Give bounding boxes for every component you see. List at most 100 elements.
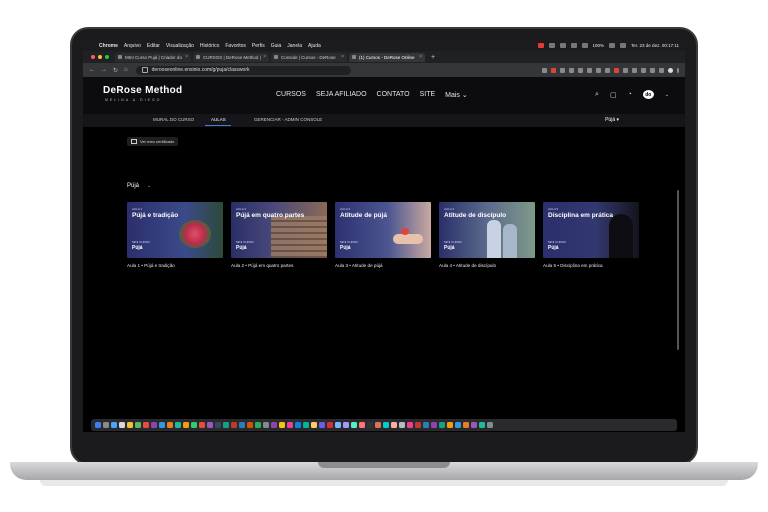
app-icon[interactable] xyxy=(383,422,389,428)
bag-icon[interactable]: ▢ xyxy=(610,91,617,99)
extension-icon[interactable] xyxy=(641,67,646,73)
app-icon[interactable] xyxy=(279,422,285,428)
lesson-caption[interactable]: Aula 1 • Pújá e tradição xyxy=(127,263,223,268)
app-icon[interactable] xyxy=(159,422,165,428)
app-icon[interactable] xyxy=(415,422,421,428)
home-icon[interactable]: ⌂ xyxy=(124,67,128,73)
menu-app[interactable]: Chrome xyxy=(99,43,118,49)
back-icon[interactable]: ← xyxy=(89,67,95,73)
app-icon[interactable] xyxy=(407,422,413,428)
chevron-down-icon[interactable]: ⌄ xyxy=(665,92,669,98)
app-icon[interactable] xyxy=(455,422,461,428)
close-icon[interactable]: × xyxy=(185,54,188,60)
extension-icon[interactable] xyxy=(578,67,583,73)
extension-icon[interactable] xyxy=(632,67,637,73)
app-icon[interactable] xyxy=(263,422,269,428)
wifi-icon[interactable] xyxy=(609,43,616,48)
minimize-window-button[interactable] xyxy=(98,55,102,59)
status-icon[interactable] xyxy=(570,43,577,48)
course-selector[interactable]: Pújá ▾ xyxy=(605,117,619,123)
menu-item[interactable]: Guia xyxy=(271,43,282,49)
app-icon[interactable] xyxy=(111,422,117,428)
app-icon[interactable] xyxy=(135,422,141,428)
reload-icon[interactable]: ↻ xyxy=(113,67,118,74)
app-icon[interactable] xyxy=(183,422,189,428)
finder-icon[interactable] xyxy=(95,422,101,428)
menu-item[interactable]: Histórico xyxy=(200,43,219,49)
extension-icon[interactable] xyxy=(569,67,574,73)
search-icon[interactable] xyxy=(620,43,627,48)
lesson-card[interactable]: AULA 4 Atitude de discípulo MINI CURSO P… xyxy=(439,202,535,268)
lesson-caption[interactable]: Aula 4 • Atitude de discípulo xyxy=(439,263,535,268)
app-icon[interactable] xyxy=(167,422,173,428)
app-icon[interactable] xyxy=(303,422,309,428)
browser-tab-active[interactable]: (1) Cursos - DeRose Online × xyxy=(349,52,425,62)
app-icon[interactable] xyxy=(231,422,237,428)
nav-site[interactable]: SITE xyxy=(420,91,436,99)
forward-icon[interactable]: → xyxy=(101,67,107,73)
app-icon[interactable] xyxy=(367,422,373,428)
app-icon[interactable] xyxy=(311,422,317,428)
bell-icon[interactable]: ◔ xyxy=(628,91,632,98)
app-icon[interactable] xyxy=(375,422,381,428)
avatar[interactable]: do xyxy=(642,90,654,99)
status-icon[interactable] xyxy=(548,43,555,48)
app-icon[interactable] xyxy=(127,422,133,428)
subnav-gerenciar[interactable]: GERENCIAR - ADMIN CONSOLE xyxy=(254,117,322,122)
nav-seja-afiliado[interactable]: SEJA AFILIADO xyxy=(316,91,367,99)
nav-more[interactable]: Mais ⌄ xyxy=(445,91,468,99)
app-icon[interactable] xyxy=(223,422,229,428)
extension-icon[interactable] xyxy=(587,67,592,73)
app-icon[interactable] xyxy=(175,422,181,428)
menu-item[interactable]: Visualização xyxy=(166,43,194,49)
app-icon[interactable] xyxy=(471,422,477,428)
app-icon[interactable] xyxy=(239,422,245,428)
app-icon[interactable] xyxy=(143,422,149,428)
app-icon[interactable] xyxy=(327,422,333,428)
app-icon[interactable] xyxy=(399,422,405,428)
app-icon[interactable] xyxy=(343,422,349,428)
site-logo[interactable]: DeRose Method xyxy=(103,85,182,96)
chevron-down-icon[interactable]: ⌄ xyxy=(147,183,151,189)
app-icon[interactable] xyxy=(335,422,341,428)
lesson-card[interactable]: AULA 5 Disciplina em prática MINI CURSO … xyxy=(543,202,639,268)
app-icon[interactable] xyxy=(119,422,125,428)
certificate-button[interactable]: Ver meu certificado xyxy=(127,137,179,146)
lesson-thumbnail[interactable]: AULA 5 Disciplina em prática MINI CURSO … xyxy=(543,202,639,258)
app-icon[interactable] xyxy=(295,422,301,428)
extension-icon[interactable] xyxy=(551,67,556,73)
close-icon[interactable]: × xyxy=(263,54,266,60)
lesson-thumbnail[interactable]: AULA 1 Pújá e tradição MINI CURSO Pújá xyxy=(127,202,223,258)
lesson-card[interactable]: AULA 2 Pújá em quatro partes MINI CURSO … xyxy=(231,202,327,268)
extension-icon[interactable] xyxy=(659,67,664,73)
app-icon[interactable] xyxy=(319,422,325,428)
menu-item[interactable]: Perfis xyxy=(252,43,265,49)
lesson-thumbnail[interactable]: AULA 3 Atitude de pújá MINI CURSO Pújá xyxy=(335,202,431,258)
app-icon[interactable] xyxy=(255,422,261,428)
section-title[interactable]: Pújá xyxy=(127,183,139,189)
browser-tab[interactable]: CURSOS | DeRose Method | × xyxy=(193,52,269,62)
trash-icon[interactable] xyxy=(487,422,493,428)
nav-contato[interactable]: CONTATO xyxy=(377,91,410,99)
browser-tab[interactable]: MInI Curso Pujá | Criador do × xyxy=(115,52,191,62)
menu-item[interactable]: Arquivo xyxy=(124,43,141,49)
extension-icon[interactable] xyxy=(560,67,565,73)
lesson-caption[interactable]: Aula 3 • Atitude de pújá xyxy=(335,263,431,268)
profile-icon[interactable] xyxy=(668,67,673,73)
extension-icon[interactable] xyxy=(614,67,619,73)
app-icon[interactable] xyxy=(359,422,365,428)
extension-icon[interactable] xyxy=(650,67,655,73)
lesson-thumbnail[interactable]: AULA 2 Pújá em quatro partes MINI CURSO … xyxy=(231,202,327,258)
app-icon[interactable] xyxy=(207,422,213,428)
app-icon[interactable] xyxy=(215,422,221,428)
extension-icon[interactable] xyxy=(542,67,547,73)
subnav-aulas[interactable]: AULAS xyxy=(211,117,226,122)
app-icon[interactable] xyxy=(439,422,445,428)
app-icon[interactable] xyxy=(103,422,109,428)
menu-item[interactable]: Ajuda xyxy=(308,43,321,49)
app-icon[interactable] xyxy=(287,422,293,428)
address-bar[interactable]: derooseonline.ensinio.com/g/puja/classwo… xyxy=(135,65,351,75)
lesson-thumbnail[interactable]: AULA 4 Atitude de discípulo MINI CURSO P… xyxy=(439,202,535,258)
app-icon[interactable] xyxy=(271,422,277,428)
page-scrollbar[interactable] xyxy=(677,190,679,350)
